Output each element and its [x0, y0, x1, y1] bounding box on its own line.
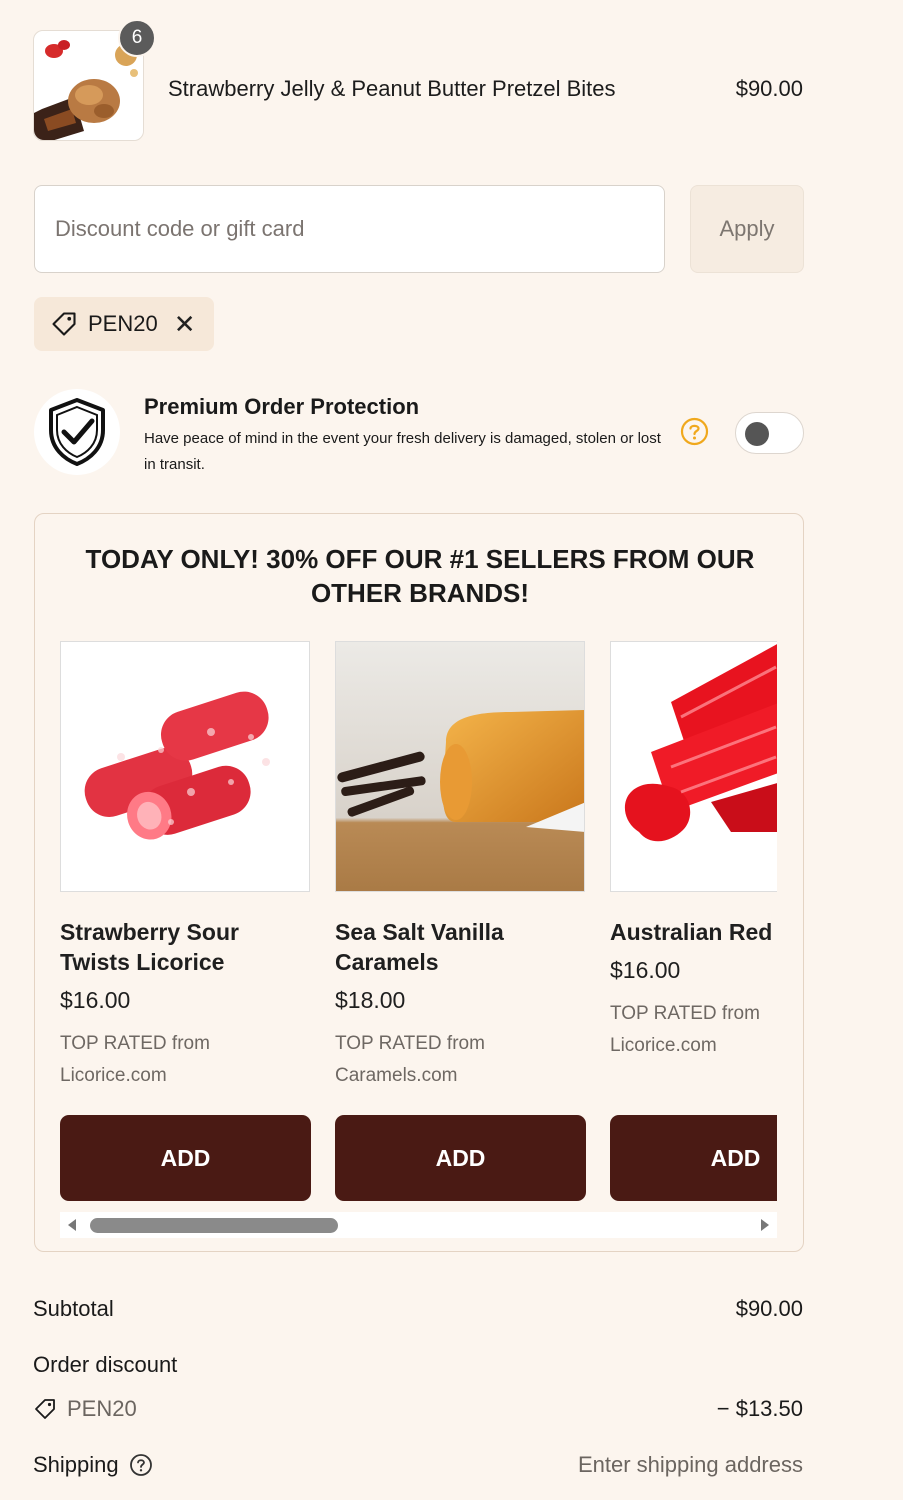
- remove-code-close-icon[interactable]: ✕: [174, 311, 196, 337]
- product-image[interactable]: [610, 641, 777, 892]
- product-name[interactable]: Sea Salt Vanilla Caramels: [335, 917, 575, 977]
- order-discount-label: Order discount: [33, 1352, 178, 1377]
- question-help-icon[interactable]: [680, 417, 709, 446]
- product-card: Strawberry Sour Twists Licorice $16.00 T…: [60, 641, 311, 1092]
- applied-code-label: PEN20: [88, 311, 158, 336]
- caramel-image: [336, 642, 584, 891]
- product-note: TOP RATED from Licorice.com: [610, 1003, 760, 1056]
- protection-title: Premium Order Protection: [144, 394, 420, 419]
- toggle-knob: [745, 422, 769, 446]
- upsell-title: TODAY ONLY! 30% OFF OUR #1 SELLERS FROM …: [85, 544, 755, 608]
- product-carousel[interactable]: Strawberry Sour Twists Licorice $16.00 T…: [60, 641, 777, 1241]
- product-price: $18.00: [335, 987, 406, 1013]
- summary-discount-code: PEN20: [67, 1396, 137, 1421]
- subtotal-value: $90.00: [735, 1296, 803, 1321]
- product-image[interactable]: [60, 641, 310, 892]
- shipping-value[interactable]: Enter shipping address: [578, 1452, 803, 1478]
- applied-discount-chip: PEN20 ✕: [34, 297, 214, 351]
- product-name[interactable]: Australian Red: [610, 917, 777, 947]
- apply-discount-button[interactable]: Apply: [690, 185, 804, 273]
- add-product-button[interactable]: ADD: [60, 1115, 311, 1201]
- discount-amount: − $13.50: [716, 1396, 803, 1421]
- product-price: $16.00: [610, 957, 681, 983]
- product-card: Australian Red $16.00 TOP RATED from Lic…: [610, 641, 777, 1062]
- protection-description: Have peace of mind in the event your fre…: [144, 430, 661, 473]
- upsell-panel: TODAY ONLY! 30% OFF OUR #1 SELLERS FROM …: [34, 513, 804, 1252]
- cart-item-title: Strawberry Jelly & Peanut Butter Pretzel…: [168, 76, 616, 101]
- subtotal-label: Subtotal: [33, 1296, 114, 1321]
- shield-icon-container: [34, 389, 120, 475]
- cart-item-price: $90.00: [735, 76, 803, 101]
- tag-icon: [52, 312, 76, 336]
- add-product-button[interactable]: ADD: [335, 1115, 586, 1201]
- scrollbar-thumb[interactable]: [90, 1218, 338, 1233]
- carousel-scrollbar[interactable]: [60, 1212, 777, 1238]
- product-note: TOP RATED from Licorice.com: [60, 1033, 210, 1086]
- red-licorice-image: [611, 642, 777, 891]
- scroll-left-arrow-icon[interactable]: [68, 1219, 76, 1231]
- shipping-label: Shipping: [33, 1452, 119, 1477]
- discount-code-input[interactable]: [34, 185, 665, 273]
- question-help-icon[interactable]: [129, 1453, 153, 1477]
- quantity-badge: 6: [118, 19, 156, 57]
- tag-icon: [35, 1399, 55, 1419]
- product-note: TOP RATED from Caramels.com: [335, 1033, 485, 1086]
- scroll-right-arrow-icon[interactable]: [761, 1219, 769, 1231]
- product-name[interactable]: Strawberry Sour Twists Licorice: [60, 917, 300, 977]
- add-product-button[interactable]: ADD: [610, 1115, 777, 1201]
- product-image[interactable]: [335, 641, 585, 892]
- discount-code-row: PEN20: [33, 1396, 137, 1422]
- shipping-row: Shipping: [33, 1452, 153, 1478]
- product-card: Sea Salt Vanilla Caramels $18.00 TOP RAT…: [335, 641, 586, 1092]
- sour-licorice-image: [61, 642, 309, 891]
- shield-check-icon: [49, 398, 105, 466]
- product-thumbnail: 6: [33, 19, 156, 141]
- protection-toggle[interactable]: [735, 412, 804, 454]
- product-price: $16.00: [60, 987, 131, 1013]
